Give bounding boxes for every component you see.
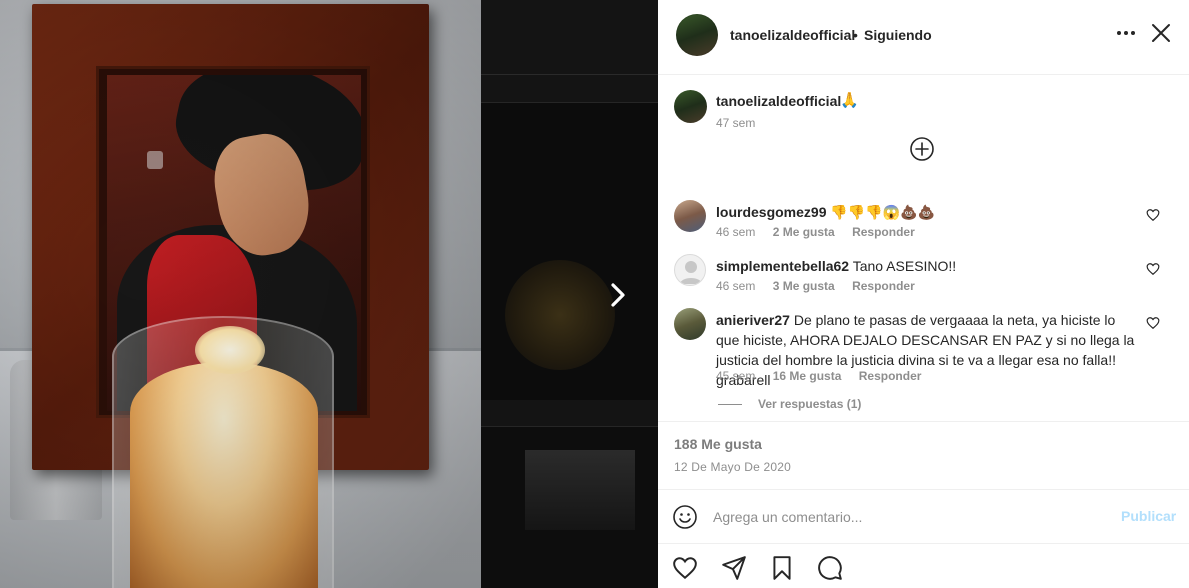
image-vignette: [0, 0, 481, 588]
default-avatar-icon: [680, 261, 702, 284]
reply-button[interactable]: Responder: [859, 369, 922, 383]
commenter-username[interactable]: lourdesgomez99: [716, 204, 826, 220]
comment-meta: 45 sem 16 Me gusta Responder: [716, 369, 935, 383]
replies-dash: [718, 404, 742, 406]
heart-icon[interactable]: [1146, 208, 1160, 222]
smiley-icon[interactable]: [672, 504, 698, 530]
post-date[interactable]: 12 De Mayo De 2020: [674, 460, 791, 474]
commenter-username[interactable]: anieriver27: [716, 312, 790, 328]
view-replies-label: Ver respuestas (1): [758, 397, 862, 411]
commenter-avatar[interactable]: [674, 308, 706, 340]
close-icon[interactable]: [1148, 20, 1174, 46]
separator-dot: •: [853, 27, 858, 43]
commenter-username[interactable]: simplementebella62: [716, 258, 849, 274]
author-username[interactable]: tanoelizaldeofficial: [730, 27, 855, 43]
comment-bubble-icon[interactable]: [817, 555, 843, 581]
publish-button[interactable]: Publicar: [1121, 508, 1176, 524]
comment-time[interactable]: 46 sem: [716, 225, 755, 239]
caption-text: 🙏: [840, 92, 859, 109]
comment-input[interactable]: [713, 502, 1103, 532]
post-details-panel: tanoelizaldeofficial • Siguiendo tanoeli…: [658, 0, 1189, 588]
view-replies-button[interactable]: Ver respuestas (1): [718, 397, 861, 411]
background-divider: [481, 74, 658, 75]
add-circle-icon[interactable]: [909, 136, 935, 162]
background-tile-image: [505, 260, 615, 370]
comment-meta: 46 sem 2 Me gusta Responder: [716, 225, 929, 239]
heart-icon[interactable]: [672, 555, 698, 581]
comment-body: Tano ASESINO!!: [852, 258, 957, 274]
commenter-avatar[interactable]: [674, 254, 706, 286]
comment-time[interactable]: 46 sem: [716, 279, 755, 293]
reply-button[interactable]: Responder: [852, 279, 915, 293]
caption-time[interactable]: 47 sem: [716, 116, 755, 130]
post-header: tanoelizaldeofficial • Siguiendo: [658, 0, 1189, 75]
comment-body: 👎👎👎😱💩💩: [830, 204, 935, 220]
heart-icon[interactable]: [1146, 316, 1160, 330]
commenter-avatar[interactable]: [674, 200, 706, 232]
caption-avatar[interactable]: [674, 90, 707, 123]
heart-icon[interactable]: [1146, 262, 1160, 276]
instagram-post-modal: tanoelizaldeofficial • Siguiendo tanoeli…: [0, 0, 1189, 588]
comment-meta: 46 sem 3 Me gusta Responder: [716, 279, 929, 293]
background-tile-image: [525, 450, 635, 530]
chevron-right-icon[interactable]: [602, 279, 634, 311]
author-avatar[interactable]: [676, 14, 718, 56]
share-icon[interactable]: [721, 555, 747, 581]
likes-section: 188 Me gusta 12 De Mayo De 2020: [658, 421, 1189, 489]
comment-text: lourdesgomez99 👎👎👎😱💩💩: [716, 202, 1136, 222]
comment-likes[interactable]: 2 Me gusta: [773, 225, 835, 239]
following-button[interactable]: Siguiendo: [864, 27, 932, 43]
bookmark-icon[interactable]: [769, 555, 795, 581]
comment-time[interactable]: 45 sem: [716, 369, 755, 383]
comment-likes[interactable]: 3 Me gusta: [773, 279, 835, 293]
comment-likes[interactable]: 16 Me gusta: [773, 369, 842, 383]
more-horizontal-icon[interactable]: [1113, 20, 1139, 46]
comment-composer: Publicar: [658, 489, 1189, 543]
reply-button[interactable]: Responder: [852, 225, 915, 239]
caption-username[interactable]: tanoelizaldeofficial: [716, 93, 841, 109]
post-image[interactable]: [0, 0, 481, 588]
comment-text: simplementebella62 Tano ASESINO!!: [716, 256, 1136, 276]
likes-count[interactable]: 188 Me gusta: [674, 436, 762, 452]
action-bar: [658, 543, 1189, 588]
